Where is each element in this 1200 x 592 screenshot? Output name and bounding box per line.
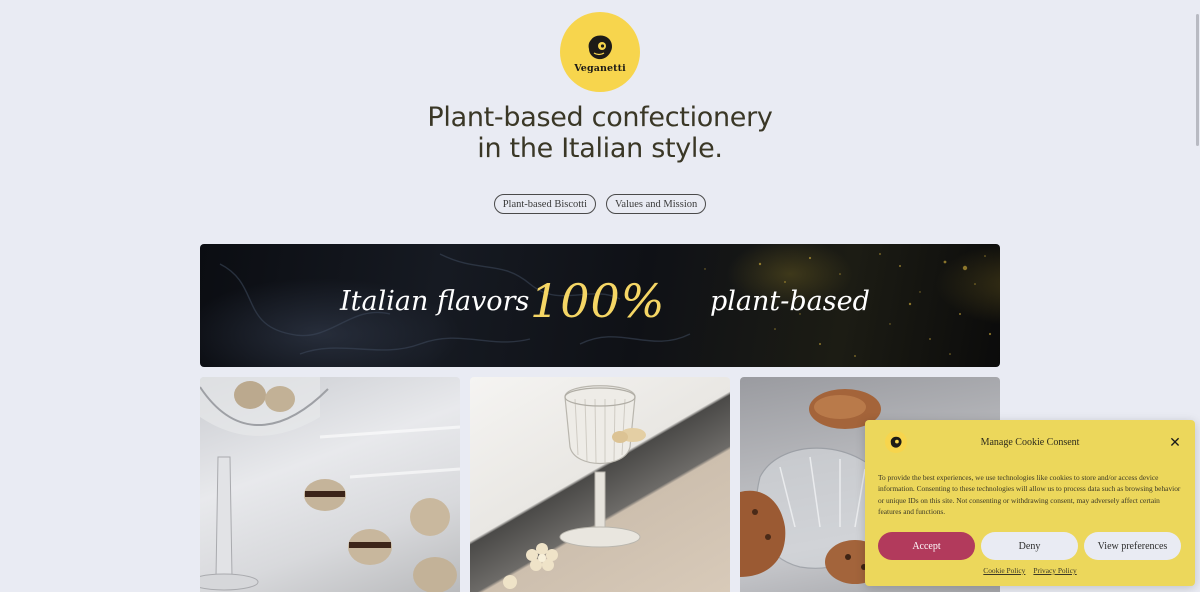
brand-logo[interactable]: Veganetti bbox=[560, 12, 640, 92]
brand-wordmark: Veganetti bbox=[574, 63, 626, 74]
photo-1-illustration bbox=[200, 377, 460, 592]
view-preferences-button[interactable]: View preferences bbox=[1084, 532, 1181, 560]
close-icon[interactable]: ✕ bbox=[1168, 436, 1182, 450]
pill-values-and-mission[interactable]: Values and Mission bbox=[606, 194, 707, 214]
cookie-dialog-actions: Accept Deny View preferences bbox=[878, 532, 1181, 560]
photo-2-illustration bbox=[503, 385, 646, 589]
cookie-dialog-links: Cookie Policy Privacy Policy bbox=[865, 566, 1195, 575]
banner-right-text: plant-based bbox=[710, 286, 870, 317]
photo-baci-biscotti-glass[interactable] bbox=[200, 377, 460, 592]
cookie-consent-dialog: Manage Cookie Consent ✕ To provide the b… bbox=[865, 420, 1195, 586]
cookie-dialog-body: To provide the best experiences, we use … bbox=[878, 473, 1181, 516]
page-headline: Plant-based confectionery in the Italian… bbox=[300, 102, 900, 164]
banner-left-text: Italian flavors bbox=[340, 286, 530, 317]
accept-button[interactable]: Accept bbox=[878, 532, 975, 560]
deny-button[interactable]: Deny bbox=[981, 532, 1078, 560]
cookie-policy-link[interactable]: Cookie Policy bbox=[983, 566, 1025, 575]
brand-face-icon bbox=[588, 35, 612, 60]
cookie-dialog-title: Manage Cookie Consent bbox=[980, 437, 1080, 448]
category-nav: Plant-based Biscotti Values and Mission bbox=[0, 194, 1200, 214]
photo-ribbed-glass-cookies[interactable] bbox=[470, 377, 730, 592]
scrollbar-thumb[interactable] bbox=[1196, 14, 1199, 146]
headline-line-2: in the Italian style. bbox=[477, 133, 723, 164]
privacy-policy-link[interactable]: Privacy Policy bbox=[1033, 566, 1076, 575]
pill-plant-based-biscotti[interactable]: Plant-based Biscotti bbox=[493, 194, 597, 214]
headline-line-1: Plant-based confectionery bbox=[427, 102, 773, 133]
banner-center-text: 100% bbox=[530, 274, 666, 328]
hero-banner: Italian flavors 100% plant-based bbox=[200, 244, 1000, 367]
